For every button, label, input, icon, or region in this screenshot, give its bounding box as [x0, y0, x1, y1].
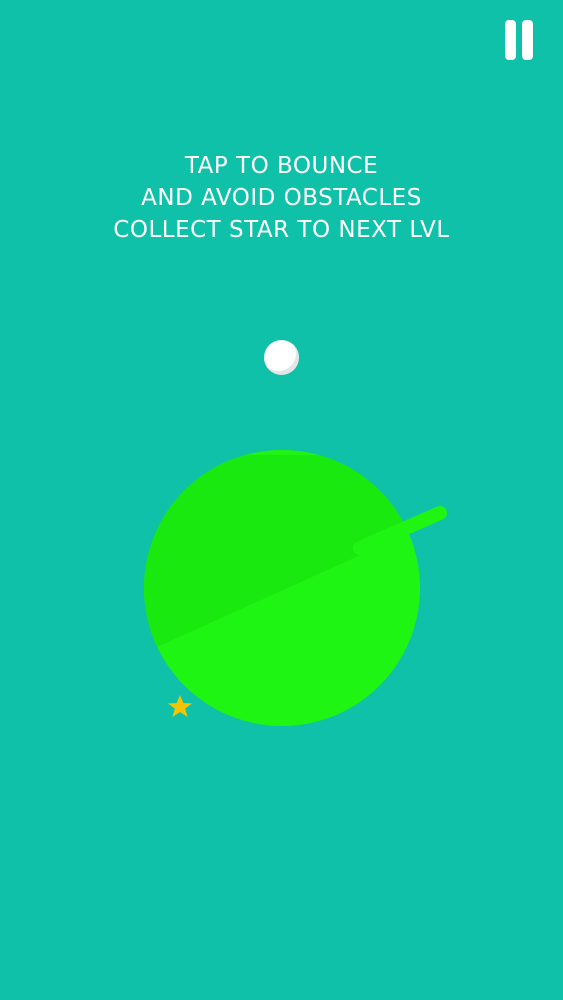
star-icon — [168, 695, 192, 717]
spinning-planet-obstacle — [144, 450, 447, 726]
